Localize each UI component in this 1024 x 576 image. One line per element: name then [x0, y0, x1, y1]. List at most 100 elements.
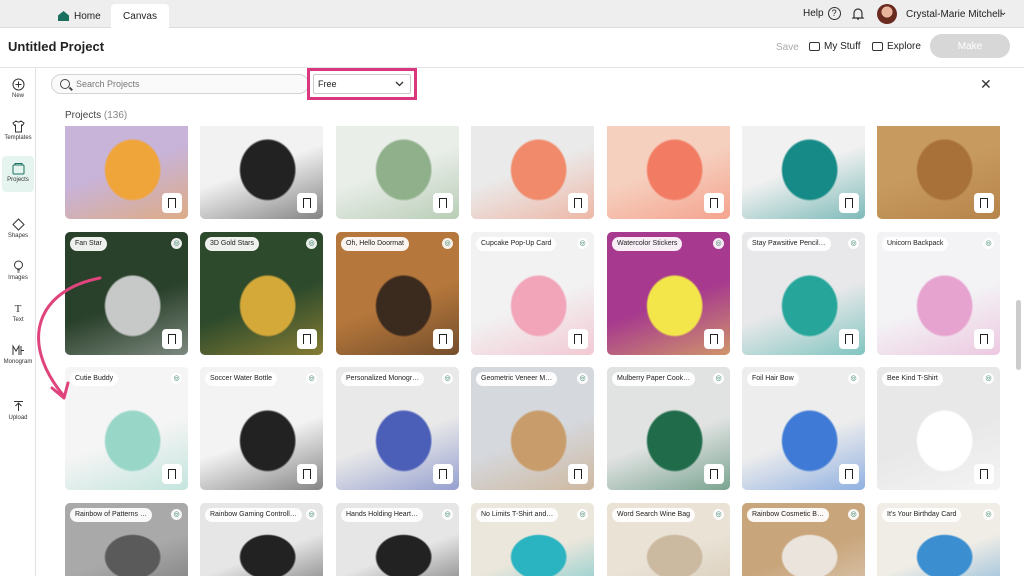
make-button[interactable]: Make: [930, 34, 1010, 58]
avatar[interactable]: [877, 4, 897, 24]
bookmark-icon[interactable]: [974, 464, 994, 484]
save-button[interactable]: Save: [776, 42, 799, 53]
bookmark-icon[interactable]: [162, 329, 182, 349]
project-card-title: It's Your Birthday Card: [882, 508, 962, 522]
shapes-icon: [11, 218, 25, 231]
project-card[interactable]: Soccer Water Bottle ◎: [200, 367, 323, 490]
bookmark-icon[interactable]: [839, 464, 859, 484]
project-card[interactable]: Geometric Veneer M… ◎: [471, 367, 594, 490]
bookmark-icon[interactable]: [297, 329, 317, 349]
shirt-icon: [11, 120, 25, 133]
bookmark-icon[interactable]: [839, 193, 859, 213]
rail-item-new[interactable]: New: [0, 78, 36, 99]
project-card[interactable]: Hands Holding Heart… ◎: [336, 503, 459, 576]
project-card[interactable]: Cupcake Pop-Up Card ◎: [471, 232, 594, 355]
bookmark-icon[interactable]: [704, 329, 724, 349]
free-badge-icon: ◎: [577, 509, 588, 520]
project-card-title: Bee Kind T-Shirt: [882, 372, 943, 386]
bookmark-icon[interactable]: [704, 193, 724, 213]
free-badge-icon: ◎: [442, 373, 453, 384]
app-tab-bar: Home Canvas Help ? Crystal-Marie Mitchel…: [0, 0, 1024, 28]
project-card[interactable]: Rainbow Cosmetic B… ◎: [742, 503, 865, 576]
project-card[interactable]: Rainbow Gaming Controll… ◎: [200, 503, 323, 576]
free-badge-icon: ◎: [983, 509, 994, 520]
free-badge-icon: ◎: [713, 238, 724, 249]
tab-home[interactable]: Home: [54, 4, 108, 28]
bookmark-icon[interactable]: [839, 329, 859, 349]
project-card-title: Unicorn Backpack: [882, 237, 949, 251]
project-card[interactable]: It's Your Birthday Card ◎: [877, 503, 1000, 576]
project-card[interactable]: Stay Pawsitive Pencil… ◎: [742, 232, 865, 355]
bell-icon[interactable]: [851, 7, 865, 21]
free-badge-icon: ◎: [848, 373, 859, 384]
bookmark-icon[interactable]: [162, 193, 182, 213]
project-card[interactable]: Unicorn Backpack ◎: [877, 232, 1000, 355]
project-card-title: 3D Gold Stars: [205, 237, 259, 251]
help-label: Help: [803, 8, 824, 19]
help-icon: ?: [827, 7, 841, 20]
annotation-arrow: [37, 276, 102, 400]
bookmark-icon[interactable]: [433, 464, 453, 484]
rail-label: Projects: [7, 177, 29, 183]
project-card-title: Hands Holding Heart…: [341, 508, 423, 522]
page-title[interactable]: Untitled Project: [8, 39, 104, 54]
project-card[interactable]: Foil Hair Bow ◎: [742, 367, 865, 490]
project-header: Untitled Project Save My Stuff Explore M…: [0, 28, 1024, 68]
free-badge-icon: ◎: [577, 238, 588, 249]
projects-heading: Projects (136): [65, 110, 127, 121]
filter-dropdown[interactable]: Free: [307, 68, 417, 100]
project-card[interactable]: Oh, Hello Doormat ◎: [336, 232, 459, 355]
bookmark-icon[interactable]: [974, 329, 994, 349]
project-card[interactable]: Rainbow of Patterns … ◎: [65, 503, 188, 576]
projects-grid: Fan Star ◎ 3D Gold Stars ◎ Oh, Hello Doormat…: [36, 126, 1024, 576]
project-card[interactable]: [607, 126, 730, 219]
free-badge-icon: ◎: [306, 238, 317, 249]
bookmark-icon[interactable]: [433, 329, 453, 349]
project-card[interactable]: Word Search Wine Bag ◎: [607, 503, 730, 576]
free-badge-icon: ◎: [171, 238, 182, 249]
scrollbar[interactable]: [1016, 300, 1021, 370]
project-card[interactable]: Bee Kind T-Shirt ◎: [877, 367, 1000, 490]
rail-item-templates[interactable]: Templates: [0, 120, 36, 141]
search-icon: [60, 79, 70, 89]
project-card[interactable]: Mulberry Paper Cook… ◎: [607, 367, 730, 490]
user-name[interactable]: Crystal-Marie Mitchell: [906, 9, 1002, 20]
bookmark-icon[interactable]: [162, 464, 182, 484]
projects-count: (136): [103, 110, 128, 121]
bookmark-icon[interactable]: [297, 464, 317, 484]
bookmark-icon[interactable]: [297, 193, 317, 213]
bookmark-icon[interactable]: [568, 193, 588, 213]
project-card[interactable]: Personalized Monogr… ◎: [336, 367, 459, 490]
project-card[interactable]: [336, 126, 459, 219]
project-card[interactable]: No Limits T-Shirt and… ◎: [471, 503, 594, 576]
project-card[interactable]: 3D Gold Stars ◎: [200, 232, 323, 355]
free-badge-icon: ◎: [306, 509, 317, 520]
bookmark-icon[interactable]: [704, 464, 724, 484]
folder-icon: [809, 42, 820, 51]
explore-button[interactable]: Explore: [872, 41, 921, 52]
project-card[interactable]: Watercolor Stickers ◎: [607, 232, 730, 355]
my-stuff-button[interactable]: My Stuff: [809, 41, 861, 52]
chevron-down-icon[interactable]: ⌄: [999, 7, 1007, 18]
help-link[interactable]: Help ?: [803, 7, 841, 20]
bookmark-icon[interactable]: [974, 193, 994, 213]
project-card[interactable]: [200, 126, 323, 219]
project-card[interactable]: [742, 126, 865, 219]
projects-icon: [12, 162, 25, 175]
free-badge-icon: ◎: [577, 373, 588, 384]
project-card[interactable]: [877, 126, 1000, 219]
bookmark-icon[interactable]: [568, 464, 588, 484]
search-input[interactable]: [76, 77, 296, 91]
bookmark-icon[interactable]: [433, 193, 453, 213]
project-card[interactable]: [471, 126, 594, 219]
project-card[interactable]: [65, 126, 188, 219]
tab-canvas[interactable]: Canvas: [111, 4, 169, 28]
free-badge-icon: ◎: [983, 373, 994, 384]
machine-icon: [872, 42, 883, 51]
rail-item-shapes[interactable]: Shapes: [0, 218, 36, 239]
bookmark-icon[interactable]: [568, 329, 588, 349]
close-icon[interactable]: ✕: [980, 77, 992, 91]
rail-item-projects[interactable]: Projects: [2, 156, 34, 192]
project-card-title: Personalized Monogr…: [341, 372, 425, 386]
search-box[interactable]: [51, 74, 309, 94]
